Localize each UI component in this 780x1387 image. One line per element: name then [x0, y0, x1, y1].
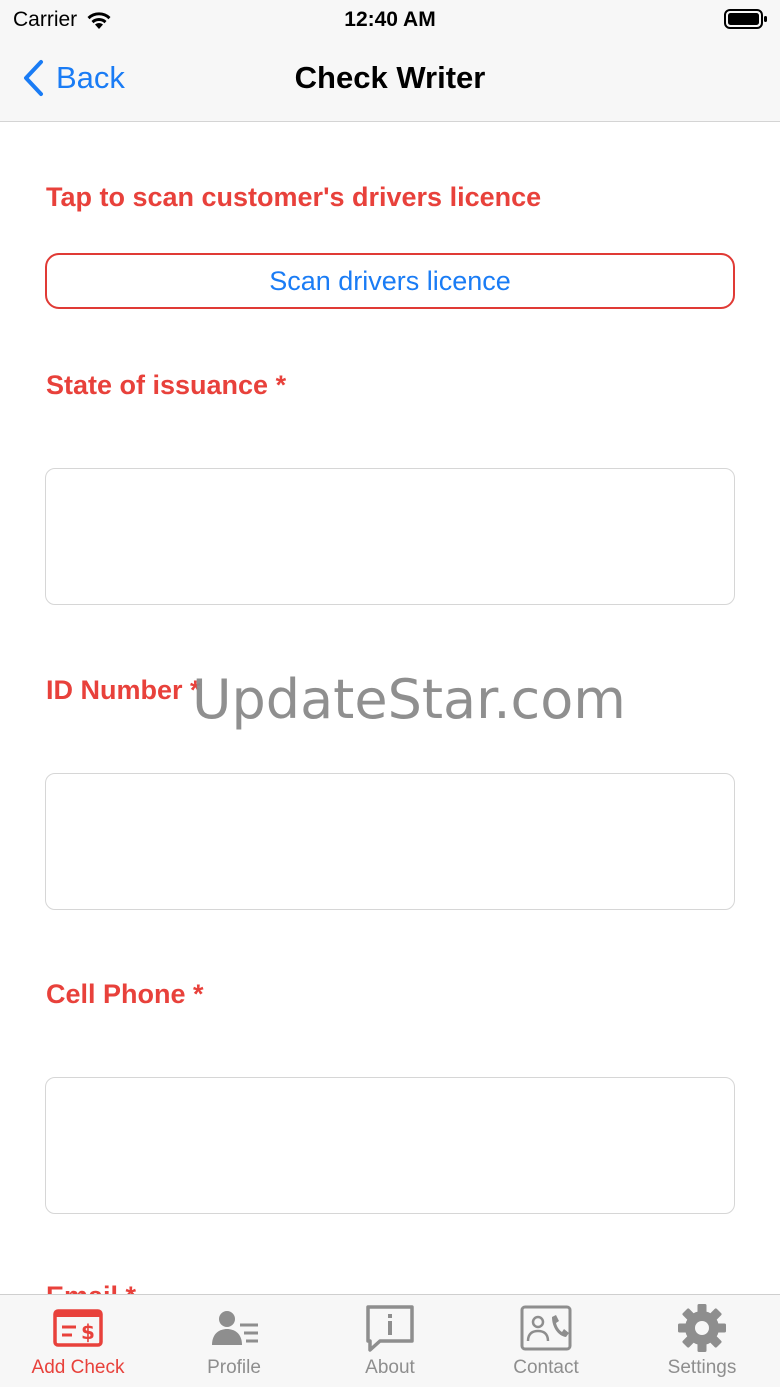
scan-prompt-label: Tap to scan customer's drivers licence	[46, 182, 542, 212]
contact-phone-icon	[520, 1305, 572, 1351]
watermark: UpdateStar.com	[192, 668, 626, 731]
tab-contact[interactable]: Contact	[468, 1295, 624, 1387]
info-bubble-icon	[366, 1305, 414, 1352]
email-label: Email *	[46, 1281, 136, 1294]
id-number-field[interactable]	[45, 773, 735, 910]
gear-icon	[678, 1304, 726, 1352]
profile-card-icon	[212, 1311, 258, 1345]
battery-icon	[724, 9, 767, 29]
tab-contact-label: Contact	[513, 1357, 579, 1378]
tab-profile-label: Profile	[207, 1357, 261, 1378]
navigation-bar: Back Check Writer	[0, 40, 780, 122]
svg-text:$: $	[81, 1320, 95, 1344]
page-title: Check Writer	[294, 60, 486, 95]
cell-phone-field[interactable]	[45, 1077, 735, 1214]
tab-add-check-label: Add Check	[31, 1357, 125, 1378]
state-of-issuance-label: State of issuance *	[46, 370, 287, 400]
state-of-issuance-input[interactable]	[46, 469, 734, 604]
scan-licence-button[interactable]: Scan drivers licence	[45, 253, 735, 309]
id-number-input[interactable]	[46, 774, 734, 909]
tab-about-label: About	[365, 1357, 415, 1378]
status-bar: Carrier 12:40 AM	[0, 0, 780, 40]
tab-add-check[interactable]: $ Add Check	[0, 1295, 156, 1387]
tab-bar: $ Add Check Profile About Contact Settin…	[0, 1294, 780, 1387]
status-time: 12:40 AM	[344, 8, 436, 31]
tab-about[interactable]: About	[312, 1295, 468, 1387]
tab-settings[interactable]: Settings	[624, 1295, 780, 1387]
cell-phone-input[interactable]	[46, 1078, 734, 1213]
tab-settings-label: Settings	[667, 1357, 737, 1378]
check-dollar-icon: $	[53, 1309, 103, 1347]
cell-phone-label: Cell Phone *	[46, 979, 204, 1009]
state-of-issuance-field[interactable]	[45, 468, 735, 605]
tab-profile[interactable]: Profile	[156, 1295, 312, 1387]
id-number-label: ID Number *	[46, 675, 201, 705]
